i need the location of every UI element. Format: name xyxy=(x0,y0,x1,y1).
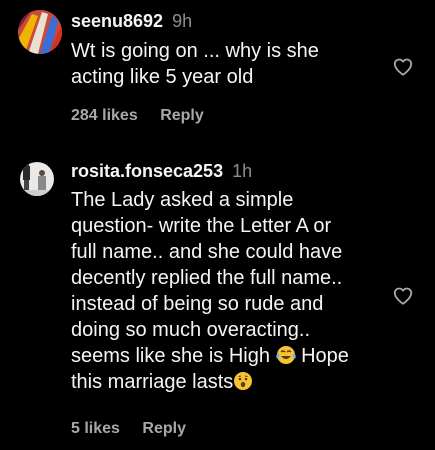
likes-count[interactable]: 5 likes xyxy=(71,420,120,437)
comment: rosita.fonseca253 1h The Lady asked a si… xyxy=(0,150,435,450)
username[interactable]: seenu8692 9h xyxy=(71,11,192,32)
comment: seenu8692 9h Wt is going on ... why is s… xyxy=(0,0,435,140)
username[interactable]: rosita.fonseca253 1h xyxy=(71,161,252,182)
comment-actions: 5 likes Reply xyxy=(71,420,186,438)
username-text[interactable]: seenu8692 xyxy=(71,11,163,31)
comment-text: Wt is going on ... why is she acting lik… xyxy=(71,38,391,90)
comment-actions: 284 likes Reply xyxy=(71,107,204,125)
comment-line: Wt is going on ... why is she xyxy=(71,40,319,62)
comment-text-segment: this marriage lasts xyxy=(71,371,234,393)
timestamp: 1h xyxy=(232,161,253,181)
likes-count[interactable]: 284 likes xyxy=(71,107,138,124)
heart-icon[interactable] xyxy=(392,285,414,307)
comment-line: this marriage lasts xyxy=(71,369,391,395)
reply-button[interactable]: Reply xyxy=(160,107,204,124)
comment-text-segment: seems like she is High xyxy=(71,345,270,367)
comment-line: instead of being so rude and xyxy=(71,293,324,315)
hushed-face-emoji xyxy=(234,372,253,390)
comment-line: The Lady asked a simple xyxy=(71,189,294,211)
profile-avatar-image xyxy=(18,10,62,54)
comment-line: seems like she is High Hope xyxy=(71,343,391,369)
comment-line: acting like 5 year old xyxy=(71,66,254,88)
avatar[interactable] xyxy=(20,162,54,196)
comment-line: decently replied the full name.. xyxy=(71,267,343,289)
comment-line: question- write the Letter A or xyxy=(71,215,332,237)
profile-avatar-image xyxy=(20,162,54,196)
comment-line: full name.. and she could have xyxy=(71,241,343,263)
timestamp: 9h xyxy=(172,11,193,31)
heart-icon[interactable] xyxy=(392,56,414,78)
avatar[interactable] xyxy=(18,10,62,54)
reply-button[interactable]: Reply xyxy=(142,420,186,437)
comment-text: The Lady asked a simple question- write … xyxy=(71,187,391,395)
username-text[interactable]: rosita.fonseca253 xyxy=(71,161,223,181)
comment-line: doing so much overacting.. xyxy=(71,319,311,341)
face-with-tears-of-joy-emoji xyxy=(275,346,296,364)
comment-text-segment: Hope xyxy=(301,345,349,367)
